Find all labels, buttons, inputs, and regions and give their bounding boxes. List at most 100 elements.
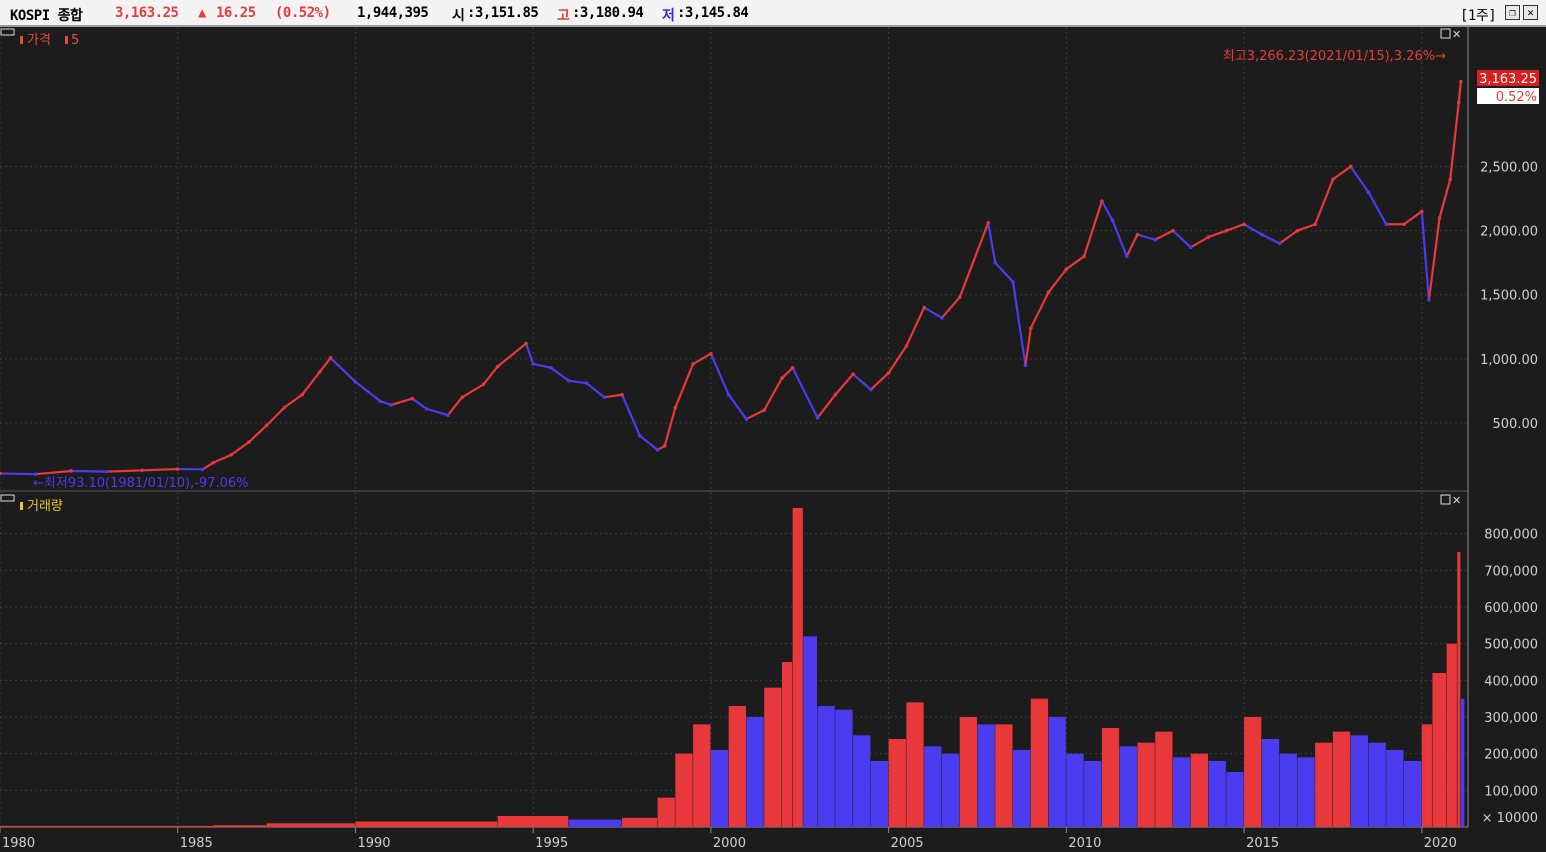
price-point[interactable]	[1348, 164, 1353, 169]
volume-bar[interactable]	[1084, 761, 1102, 827]
volume-bar[interactable]	[803, 636, 818, 827]
price-point[interactable]	[1224, 228, 1229, 233]
volume-bar[interactable]	[1386, 750, 1404, 827]
price-point[interactable]	[378, 399, 383, 403]
price-point[interactable]	[264, 423, 269, 428]
price-point[interactable]	[446, 413, 450, 418]
price-point[interactable]	[815, 415, 820, 420]
volume-bar[interactable]	[1119, 746, 1137, 827]
volume-bar[interactable]	[1048, 717, 1066, 827]
price-point[interactable]	[300, 392, 304, 397]
price-point[interactable]	[495, 364, 500, 369]
price-point[interactable]	[986, 221, 990, 225]
price-point[interactable]	[940, 316, 944, 320]
volume-bar[interactable]	[888, 739, 906, 827]
price-point[interactable]	[957, 295, 962, 300]
legend-volume[interactable]: 거래량	[27, 499, 63, 514]
price-point[interactable]	[762, 408, 767, 412]
price-point[interactable]	[833, 392, 838, 397]
restore-window-icon[interactable]: ❐	[1505, 5, 1520, 20]
volume-bar[interactable]	[1137, 742, 1155, 827]
price-point[interactable]	[211, 460, 216, 465]
volume-bar[interactable]	[1404, 761, 1422, 827]
volume-bar[interactable]	[1066, 753, 1084, 827]
symbol-name[interactable]: KOSPI 종합	[10, 5, 83, 25]
volume-bar[interactable]	[1460, 698, 1465, 827]
volume-bar[interactable]	[622, 817, 658, 827]
volume-bar[interactable]	[792, 508, 803, 827]
volume-bar[interactable]	[1208, 761, 1226, 827]
volume-bar[interactable]	[497, 816, 569, 827]
price-point[interactable]	[200, 467, 205, 472]
volume-bar[interactable]	[1315, 742, 1333, 827]
price-point[interactable]	[993, 260, 998, 265]
price-point[interactable]	[851, 372, 855, 377]
price-point[interactable]	[673, 405, 678, 410]
price-point[interactable]	[1046, 290, 1051, 294]
price-point[interactable]	[1206, 235, 1211, 239]
price-point[interactable]	[1260, 232, 1264, 237]
volume-bar[interactable]	[1350, 735, 1368, 827]
price-point[interactable]	[1295, 228, 1300, 233]
price-point[interactable]	[1011, 280, 1015, 284]
volume-bar[interactable]	[924, 746, 942, 827]
price-point[interactable]	[1135, 232, 1140, 237]
volume-bar[interactable]	[1261, 739, 1280, 827]
volume-bar[interactable]	[568, 819, 622, 827]
volume-bar[interactable]	[266, 823, 355, 827]
price-point[interactable]	[1384, 222, 1389, 227]
volume-bar[interactable]	[1172, 757, 1191, 827]
volume-bar[interactable]	[781, 662, 793, 827]
price-point[interactable]	[922, 305, 926, 310]
volume-bar[interactable]	[1101, 728, 1120, 827]
price-point[interactable]	[655, 448, 660, 452]
price-point[interactable]	[328, 356, 333, 360]
volume-bar[interactable]	[693, 724, 711, 827]
price-point[interactable]	[460, 395, 464, 400]
price-point[interactable]	[410, 396, 415, 401]
legend-price[interactable]: 가격	[27, 33, 51, 48]
volume-bar[interactable]	[213, 825, 267, 827]
price-point[interactable]	[175, 467, 180, 471]
panel-close-icon[interactable]: ✕	[1452, 494, 1461, 507]
price-point[interactable]	[318, 369, 322, 374]
volume-bar[interactable]	[1030, 698, 1049, 827]
price-point[interactable]	[1028, 326, 1033, 330]
volume-bar[interactable]	[1446, 643, 1457, 827]
volume-bar[interactable]	[1368, 742, 1386, 827]
price-point[interactable]	[584, 381, 589, 385]
price-point[interactable]	[602, 395, 607, 400]
price-point[interactable]	[1110, 218, 1115, 223]
volume-bar[interactable]	[1421, 724, 1432, 827]
period-selector[interactable]: [1주]	[1460, 5, 1497, 25]
volume-bar[interactable]	[1013, 750, 1031, 827]
volume-bar[interactable]	[995, 724, 1013, 827]
price-point[interactable]	[869, 387, 873, 392]
volume-bar[interactable]	[1226, 772, 1244, 827]
price-point[interactable]	[1153, 237, 1158, 242]
price-point[interactable]	[780, 376, 784, 380]
volume-bar[interactable]	[1457, 552, 1461, 827]
price-point[interactable]	[1023, 363, 1028, 368]
volume-bar[interactable]	[657, 797, 675, 827]
price-point[interactable]	[353, 380, 358, 384]
volume-bar[interactable]	[1190, 753, 1209, 827]
volume-bar[interactable]	[1332, 731, 1351, 827]
price-point[interactable]	[524, 341, 528, 346]
price-point[interactable]	[744, 417, 749, 421]
price-point[interactable]	[481, 382, 486, 387]
volume-bar[interactable]	[870, 761, 889, 827]
price-point[interactable]	[1313, 222, 1317, 227]
price-point[interactable]	[662, 444, 667, 448]
price-point[interactable]	[1459, 79, 1463, 84]
volume-bar[interactable]	[906, 702, 924, 827]
volume-bar[interactable]	[1432, 673, 1447, 827]
panel-close-icon[interactable]: ✕	[1452, 28, 1461, 41]
legend-ma[interactable]: 5	[71, 33, 79, 48]
price-point[interactable]	[549, 366, 553, 370]
price-point[interactable]	[1188, 245, 1193, 250]
volume-bar[interactable]	[728, 706, 746, 827]
price-point[interactable]	[1419, 209, 1424, 214]
price-point[interactable]	[904, 344, 909, 348]
price-point[interactable]	[1366, 190, 1371, 195]
